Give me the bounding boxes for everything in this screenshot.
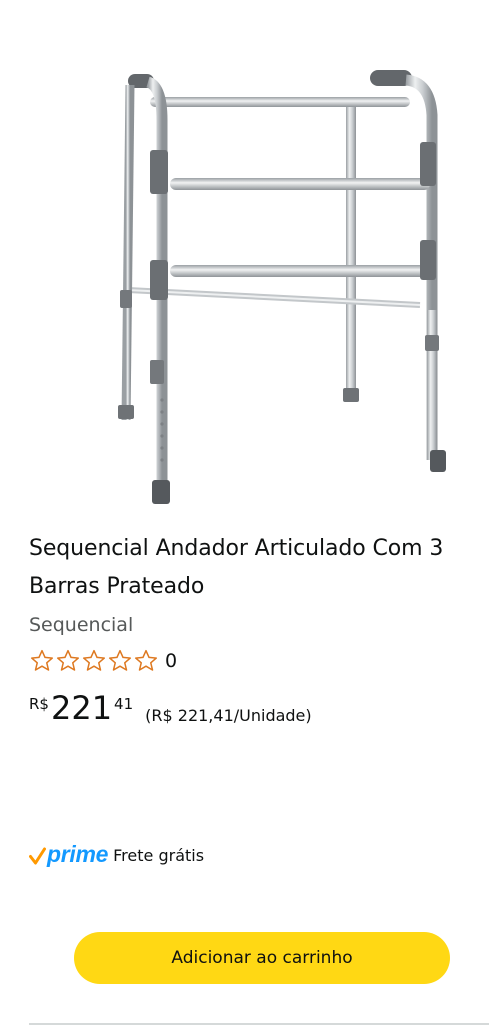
rating-stars [29, 648, 159, 674]
walker-product-image[interactable] [100, 60, 460, 520]
free-shipping-label: Frete grátis [113, 846, 205, 865]
price-fraction: 41 [114, 695, 134, 713]
price-currency-symbol: R$ [29, 695, 49, 713]
star-empty-icon [134, 649, 158, 671]
delivery-info: prime Frete grátis [29, 842, 204, 866]
star-empty-icon [108, 649, 132, 671]
prime-logo: prime [29, 842, 108, 866]
price-whole: 221 [50, 689, 113, 727]
prime-check-icon [29, 847, 46, 865]
unit-price: (R$ 221,41/Unidade) [145, 706, 312, 725]
add-to-cart-button[interactable]: Adicionar ao carrinho [74, 932, 450, 984]
product-card: Sequencial Andador Articulado Com 3 Barr… [0, 0, 500, 1029]
divider [29, 1023, 489, 1025]
product-title[interactable]: Sequencial Andador Articulado Com 3 Barr… [29, 530, 489, 606]
prime-label: prime [47, 841, 109, 867]
star-empty-icon [82, 649, 106, 671]
star-empty-icon [56, 649, 80, 671]
product-brand: Sequencial [29, 614, 134, 636]
product-price: R$ 221 41 (R$ 221,41/Unidade) [29, 690, 312, 726]
star-empty-icon [30, 649, 54, 671]
rating-count[interactable]: 0 [165, 650, 177, 672]
product-rating[interactable]: 0 [29, 647, 177, 675]
